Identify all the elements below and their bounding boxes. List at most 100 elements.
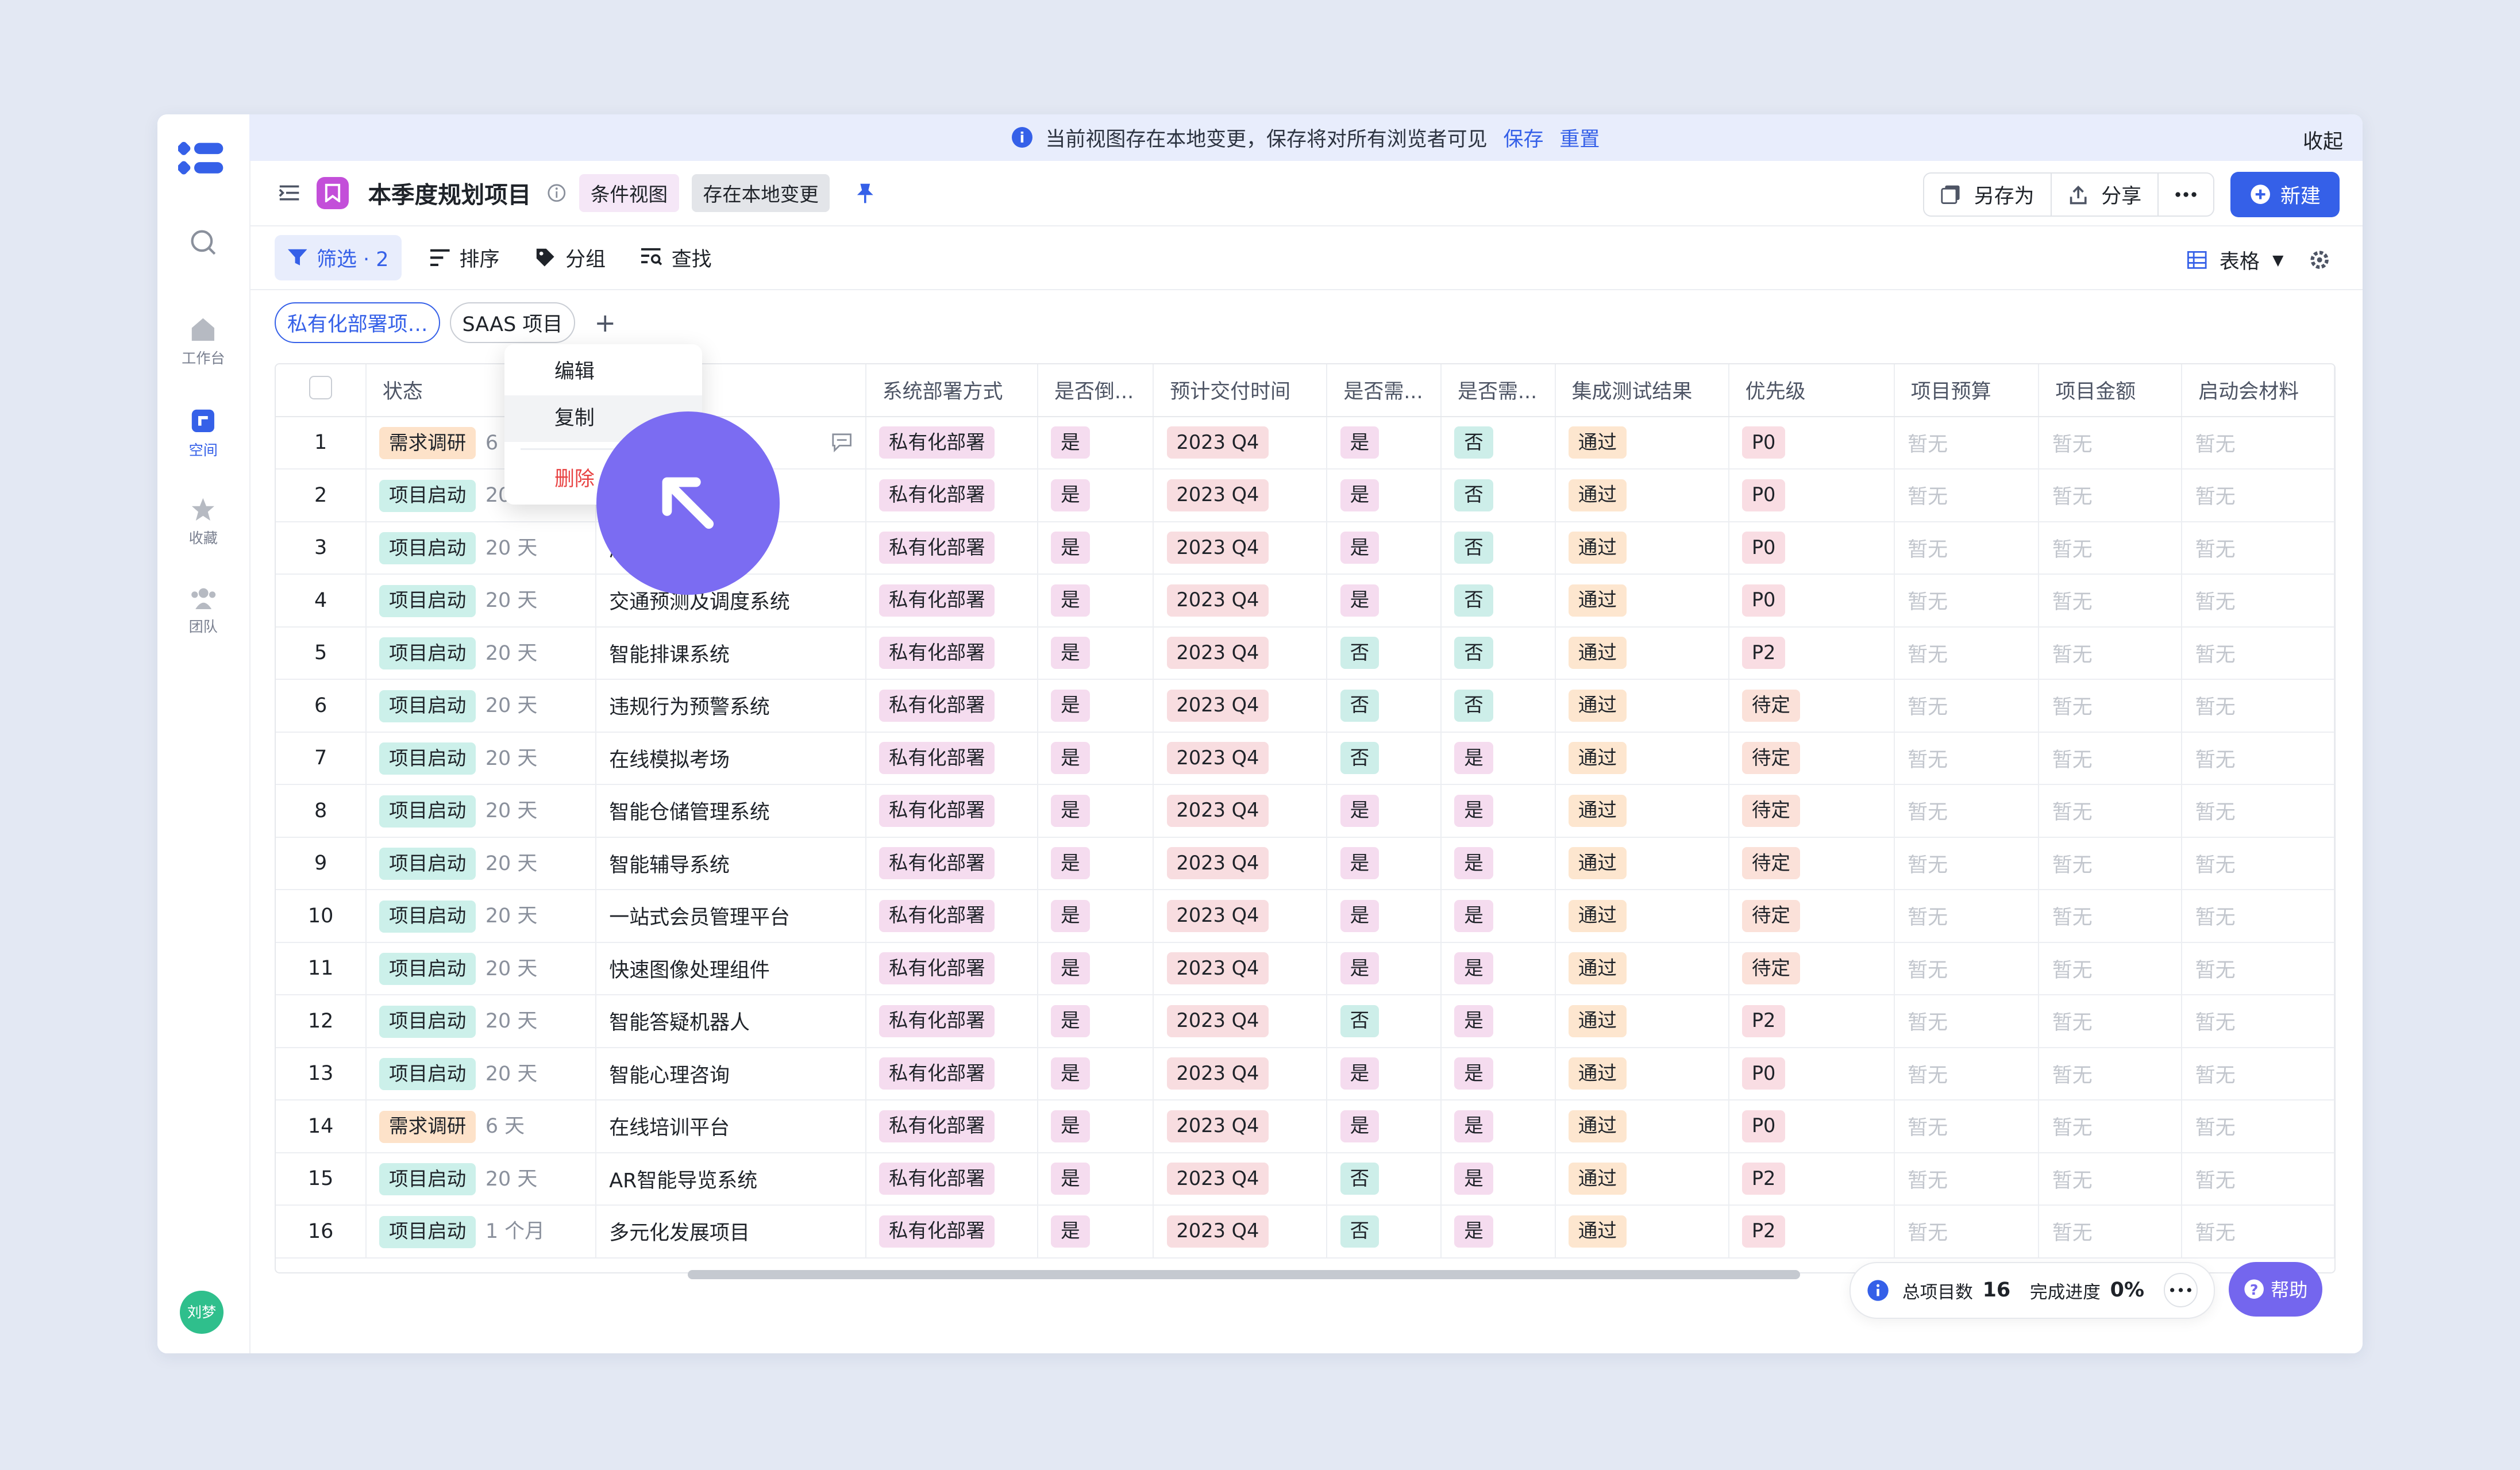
table-cell[interactable]: 项目启动 20 天 [365,837,596,891]
table-cell[interactable]: 是 [1441,890,1556,943]
table-cell[interactable]: 5 [276,626,367,680]
table-cell[interactable]: 私有化部署 [865,1100,1039,1153]
table-cell[interactable]: 项目启动 20 天 [365,890,596,943]
menu-item-edit[interactable]: 编辑 [504,349,702,395]
table-cell[interactable]: 2023 Q4 [1153,732,1328,786]
table-cell[interactable]: 暂无 [2182,890,2335,943]
column-header[interactable]: 项目金额 [2039,364,2183,417]
table-cell[interactable]: 暂无 [2182,995,2335,1048]
table-cell[interactable]: 暂无 [2039,521,2183,575]
table-cell[interactable]: 是 [1327,469,1442,522]
table-cell[interactable]: 3 [276,521,367,575]
filter-button[interactable]: 筛选 · 2 [275,234,402,280]
table-cell[interactable]: 通过 [1555,942,1729,996]
table-cell[interactable]: 私有化部署 [865,626,1039,680]
table-cell[interactable]: 2023 Q4 [1153,1152,1328,1206]
table-cell[interactable]: 是 [1441,837,1556,891]
table-cell[interactable]: 通过 [1555,837,1729,891]
table-cell[interactable]: 项目启动 20 天 [365,574,596,628]
table-cell[interactable]: 待定 [1728,679,1895,733]
column-header[interactable]: 启动会材料 [2182,364,2335,417]
table-cell[interactable]: 暂无 [2182,942,2335,996]
table-cell[interactable]: 暂无 [1894,784,2040,838]
table-cell[interactable]: 快速图像处理组件 [595,942,866,996]
table-cell[interactable]: 私有化部署 [865,837,1039,891]
table-row[interactable]: 10 项目启动 20 天 一站式会员管理平台 私有化部署 是 2023 Q4 是 是 通过 待定 暂无… [276,890,2335,943]
table-cell[interactable]: P0 [1728,521,1895,575]
table-cell[interactable]: 通过 [1555,1205,1729,1259]
table-cell[interactable]: 1 [276,416,367,470]
table-cell[interactable]: 暂无 [2039,784,2183,838]
table-cell[interactable]: 一站式会员管理平台 [595,890,866,943]
table-cell[interactable]: 是 [1038,732,1154,786]
table-cell[interactable]: 私有化部署 [865,1047,1039,1101]
table-row[interactable]: 14 需求调研 6 天 在线培训平台 私有化部署 是 2023 Q4 是 是 通过 P0 暂无 暂无 暂无 [276,1100,2335,1153]
column-header[interactable]: 预计交付时间 [1153,364,1328,417]
table-cell[interactable]: 项目启动 20 天 [365,1152,596,1206]
table-cell[interactable]: 是 [1441,1100,1556,1153]
table-cell[interactable]: 暂无 [2182,837,2335,891]
table-cell[interactable]: 是 [1327,416,1442,470]
add-tab-button[interactable]: + [594,307,616,338]
table-cell[interactable]: 暂无 [2182,732,2335,786]
horizontal-scrollbar[interactable] [688,1269,1800,1280]
table-cell[interactable]: 私有化部署 [865,574,1039,628]
table-cell[interactable]: 否 [1441,416,1556,470]
table-cell[interactable]: 在线模拟考场 [595,732,866,786]
select-all-checkbox[interactable] [276,364,367,417]
column-header[interactable]: 集成测试结果 [1555,364,1729,417]
table-cell[interactable]: 13 [276,1047,367,1101]
table-cell[interactable]: 私有化部署 [865,416,1039,470]
table-cell[interactable]: 暂无 [2182,574,2335,628]
table-cell[interactable]: 2023 Q4 [1153,574,1328,628]
table-cell[interactable]: 否 [1327,995,1442,1048]
table-cell[interactable]: 是 [1038,1100,1154,1153]
app-logo[interactable] [178,140,226,178]
table-cell[interactable]: 否 [1327,626,1442,680]
sidebar-item-favorites[interactable]: 收藏 [157,497,249,548]
table-cell[interactable]: 通过 [1555,521,1729,575]
table-cell[interactable]: 项目启动 20 天 [365,626,596,680]
sidebar-item-workbench[interactable]: 工作台 [157,317,249,368]
table-cell[interactable]: 私有化部署 [865,679,1039,733]
table-cell[interactable]: 否 [1441,626,1556,680]
table-cell[interactable]: 项目启动 20 天 [365,521,596,575]
table-cell[interactable]: P0 [1728,469,1895,522]
table-cell[interactable]: 是 [1038,469,1154,522]
table-cell[interactable]: 7 [276,732,367,786]
table-cell[interactable]: 智能辅导系统 [595,837,866,891]
save-link[interactable]: 保存 [1503,123,1543,152]
table-cell[interactable]: 是 [1441,1152,1556,1206]
table-cell[interactable]: 通过 [1555,784,1729,838]
table-cell[interactable]: 是 [1038,837,1154,891]
find-button[interactable]: 查找 [641,243,712,272]
table-cell[interactable]: 否 [1441,521,1556,575]
table-cell[interactable]: 暂无 [1894,521,2040,575]
table-cell[interactable]: 是 [1441,995,1556,1048]
table-cell[interactable]: 项目启动 20 天 [365,732,596,786]
column-header[interactable]: 是否需... [1327,364,1442,417]
table-row[interactable]: 15 项目启动 20 天 AR智能导览系统 私有化部署 是 2023 Q4 否 是 通过 P2 暂无 暂… [276,1152,2335,1206]
table-cell[interactable]: 否 [1327,732,1442,786]
table-cell[interactable]: 暂无 [2182,1047,2335,1101]
table-cell[interactable]: 暂无 [2039,416,2183,470]
collapse-banner-button[interactable]: 收起 [2303,125,2343,155]
table-cell[interactable]: 需求调研 6 天 [365,1100,596,1153]
table-cell[interactable]: 12 [276,995,367,1048]
table-cell[interactable]: 智能答疑机器人 [595,995,866,1048]
toggle-sidebar-icon[interactable] [278,182,300,204]
table-cell[interactable]: 暂无 [2182,416,2335,470]
table-row[interactable]: 12 项目启动 20 天 智能答疑机器人 私有化部署 是 2023 Q4 否 是 通过 P2 暂无 暂无… [276,995,2335,1048]
column-header[interactable]: 优先级 [1728,364,1895,417]
table-cell[interactable]: 暂无 [2039,679,2183,733]
sidebar-item-team[interactable]: 团队 [157,585,249,636]
help-button[interactable]: ? 帮助 [2229,1261,2322,1317]
table-cell[interactable]: 待定 [1728,837,1895,891]
comment-icon[interactable] [831,433,852,452]
table-cell[interactable]: 是 [1038,521,1154,575]
table-cell[interactable]: 2023 Q4 [1153,784,1328,838]
table-cell[interactable]: 暂无 [2039,732,2183,786]
table-row[interactable]: 16 项目启动 1 个月 多元化发展项目 私有化部署 是 2023 Q4 否 是 通过 P2 暂无 暂无… [276,1205,2335,1259]
table-cell[interactable]: 违规行为预警系统 [595,679,866,733]
table-cell[interactable]: 暂无 [2039,1152,2183,1206]
